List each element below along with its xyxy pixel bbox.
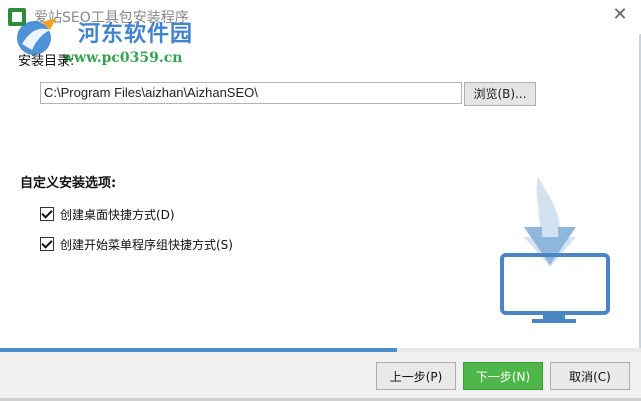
checkbox-checked-icon[interactable] (40, 207, 54, 221)
install-path-input[interactable]: C:\Program Files\aizhan\AizhanSEO\ (40, 82, 462, 104)
install-dir-label: 安装目录: (18, 54, 75, 69)
checkbox-checked-icon[interactable] (40, 237, 54, 251)
start-menu-shortcut-checkbox[interactable]: 创建开始菜单程序组快捷方式(S) (40, 236, 233, 253)
desktop-shortcut-checkbox[interactable]: 创建桌面快捷方式(D) (40, 206, 175, 223)
prev-button[interactable]: 上一步(P) (376, 362, 456, 390)
footer-bar (0, 352, 641, 401)
close-icon[interactable]: ✕ (609, 4, 631, 26)
next-button[interactable]: 下一步(N) (463, 362, 543, 390)
browse-button[interactable]: 浏览(B)... (464, 82, 536, 106)
start-menu-shortcut-label: 创建开始菜单程序组快捷方式(S) (60, 238, 233, 252)
desktop-shortcut-label: 创建桌面快捷方式(D) (60, 208, 175, 222)
monitor-download-icon (500, 177, 610, 323)
watermark-text: 河东软件园 (78, 21, 194, 47)
custom-options-heading: 自定义安装选项: (20, 176, 117, 191)
watermark-url: www.pc0359.cn (62, 50, 183, 66)
cancel-button[interactable]: 取消(C) (550, 362, 630, 390)
